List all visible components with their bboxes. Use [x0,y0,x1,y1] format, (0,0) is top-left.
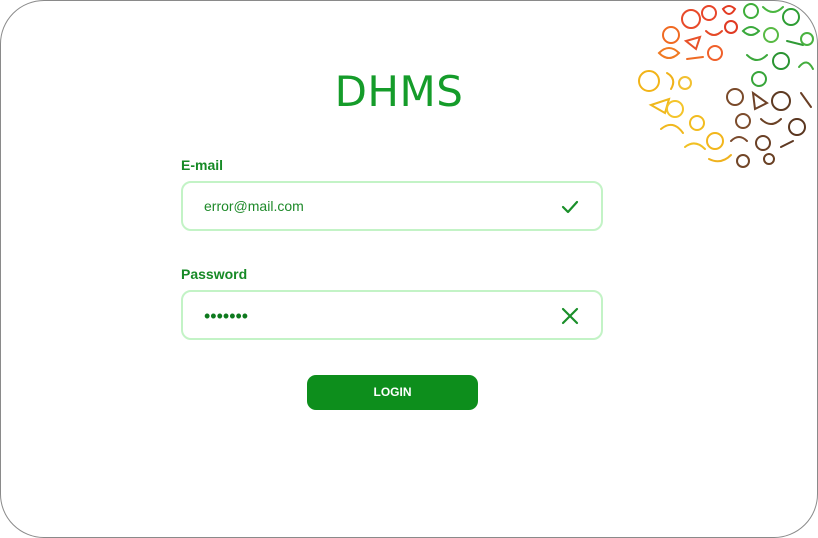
app-title: DHMS [334,67,464,116]
email-value[interactable]: error@mail.com [204,183,304,229]
password-field[interactable]: ••••••• [181,290,603,340]
login-button[interactable]: LOGIN [307,375,478,410]
password-label: Password [181,266,248,282]
email-label: E-mail [181,157,224,173]
close-icon[interactable] [559,305,581,327]
email-field[interactable]: error@mail.com [181,181,603,231]
check-icon [561,200,579,214]
login-card: DHMS E-mail error@mail.com Password ••••… [0,0,818,538]
password-value[interactable]: ••••••• [204,293,248,339]
